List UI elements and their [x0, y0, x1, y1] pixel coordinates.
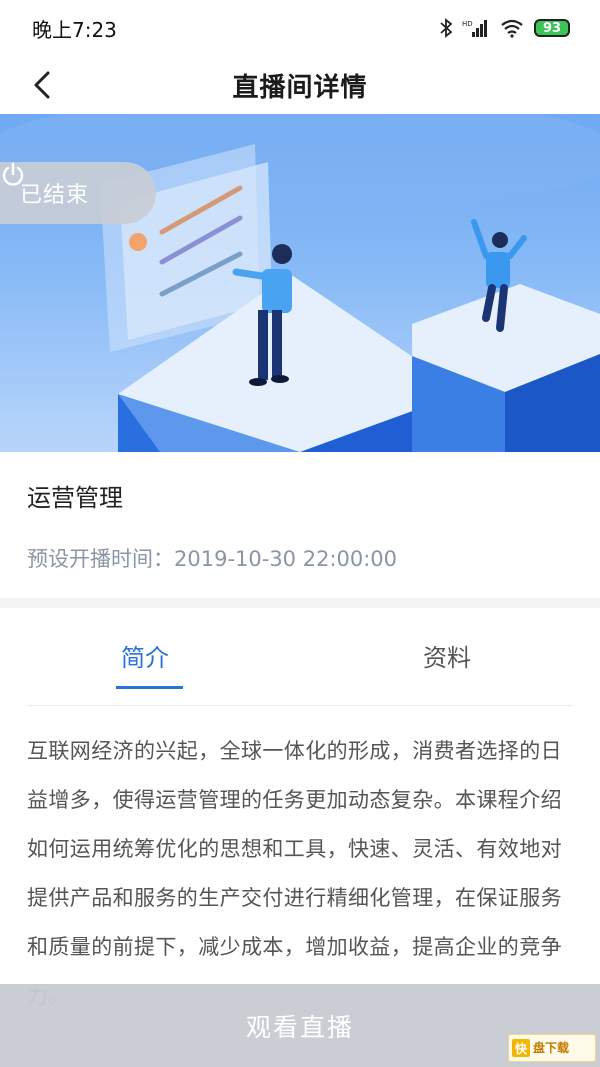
nav-bar: 直播间详情 — [0, 56, 600, 114]
live-status-badge: 已结束 — [0, 162, 156, 224]
power-icon — [2, 162, 24, 186]
tab-intro[interactable]: 简介 — [121, 638, 169, 673]
status-bar: 晚上7:23 HD 93 — [0, 0, 600, 56]
chevron-left-icon — [34, 71, 50, 99]
watermark-text: 盘下载 — [533, 1041, 570, 1055]
tab-materials[interactable]: 资料 — [423, 638, 471, 673]
battery-icon: 93 — [534, 19, 570, 37]
svg-text:HD: HD — [462, 20, 473, 28]
wifi-icon — [501, 19, 523, 38]
detail-tabs: 简介 资料 — [0, 608, 600, 706]
live-status-label: 已结束 — [20, 183, 90, 208]
back-button[interactable] — [22, 62, 62, 108]
live-cover-image: 已结束 — [0, 114, 600, 452]
course-description: 互联网经济的兴起，全球一体化的形成，消费者选择的日益增多，使得运营管理的任务更加… — [27, 739, 562, 1008]
tab-divider — [27, 705, 573, 706]
watermark-logo: 快 盘下载 — [508, 1034, 596, 1062]
page-title: 直播间详情 — [232, 72, 368, 103]
live-room-detail-page: 晚上7:23 HD 93 直播间详情 已结束 运营管理 预设开播时间：2019-… — [0, 0, 600, 1067]
watermark-logo-mark: 快 — [512, 1039, 530, 1057]
course-title: 运营管理 — [27, 484, 123, 512]
status-time: 晚上7:23 — [32, 17, 117, 42]
signal-icon: HD — [462, 20, 487, 37]
status-icons: HD 93 — [440, 18, 570, 38]
section-divider — [0, 598, 600, 608]
bluetooth-icon — [440, 18, 452, 38]
scheduled-time: 预设开播时间：2019-10-30 22:00:00 — [27, 547, 398, 571]
active-tab-indicator — [116, 686, 183, 689]
